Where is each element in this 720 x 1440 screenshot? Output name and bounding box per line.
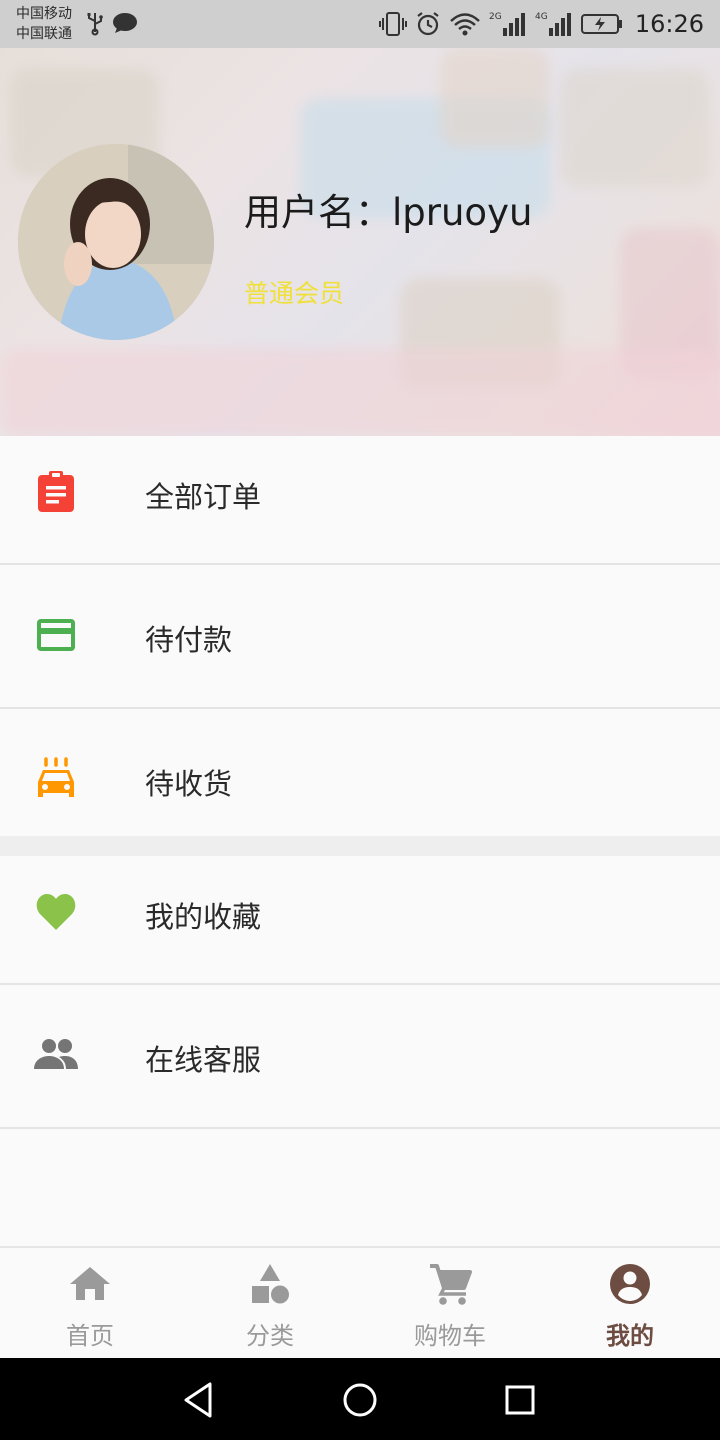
profile-header: 用户名：lpruoyu 普通会员 bbox=[0, 48, 720, 436]
tab-label: 分类 bbox=[246, 1322, 294, 1350]
status-bar: 中国移动 中国联通 2G 4G 16:26 bbox=[0, 0, 720, 48]
menu-item-label: 待收货 bbox=[145, 767, 233, 801]
menu-item-pending-delivery[interactable]: 待收货 bbox=[0, 709, 720, 836]
heart-icon bbox=[36, 894, 76, 930]
menu-item-favorites[interactable]: 我的收藏 bbox=[0, 856, 720, 985]
carrier-1: 中国移动 bbox=[16, 6, 72, 22]
tab-label: 购物车 bbox=[414, 1322, 486, 1350]
system-navigation-bar bbox=[0, 1358, 720, 1440]
signal-2-label: 4G bbox=[535, 12, 548, 22]
credit-card-icon bbox=[37, 619, 75, 651]
carrier-2: 中国联通 bbox=[16, 26, 72, 42]
username: 用户名：lpruoyu bbox=[244, 191, 533, 234]
carrier-info: 中国移动 中国联通 bbox=[16, 4, 72, 44]
signal-1-label: 2G bbox=[489, 12, 502, 22]
menu-item-label: 在线客服 bbox=[145, 1043, 262, 1077]
battery-charging-icon bbox=[580, 14, 622, 34]
member-level: 普通会员 bbox=[244, 279, 345, 308]
tab-label: 首页 bbox=[66, 1322, 114, 1350]
signal-icon: 2G bbox=[489, 12, 525, 36]
background-decoration bbox=[440, 48, 550, 148]
wifi-icon bbox=[449, 13, 480, 36]
taxi-icon bbox=[38, 757, 74, 797]
chat-icon bbox=[113, 13, 137, 33]
tab-category[interactable]: 分类 bbox=[180, 1248, 360, 1360]
status-time: 16:26 bbox=[634, 10, 704, 38]
avatar[interactable] bbox=[18, 144, 214, 340]
alarm-icon bbox=[417, 12, 439, 36]
home-circle-icon[interactable] bbox=[340, 1380, 380, 1420]
bottom-navigation: 首页 分类 购物车 我的 bbox=[0, 1246, 720, 1358]
cart-icon bbox=[430, 1264, 472, 1305]
home-icon bbox=[70, 1267, 110, 1300]
tab-mine[interactable]: 我的 bbox=[540, 1248, 720, 1360]
status-icons: 2G 4G 16:26 bbox=[378, 8, 704, 40]
account-icon bbox=[610, 1264, 650, 1304]
clipboard-icon bbox=[38, 471, 74, 512]
back-icon[interactable] bbox=[180, 1380, 220, 1420]
background-decoration bbox=[0, 348, 720, 436]
menu-item-pending-payment[interactable]: 待付款 bbox=[0, 565, 720, 709]
menu-item-all-orders[interactable]: 全部订单 bbox=[0, 436, 720, 565]
background-decoration bbox=[560, 68, 710, 188]
tab-label: 我的 bbox=[606, 1322, 654, 1350]
category-icon bbox=[252, 1264, 289, 1304]
section-divider bbox=[0, 836, 720, 856]
tab-cart[interactable]: 购物车 bbox=[360, 1248, 540, 1360]
avatar-image bbox=[18, 144, 214, 340]
usb-icon bbox=[87, 13, 103, 36]
people-icon bbox=[34, 1039, 78, 1069]
vibrate-icon bbox=[378, 12, 407, 36]
menu-item-customer-service[interactable]: 在线客服 bbox=[0, 985, 720, 1129]
menu-item-label: 我的收藏 bbox=[145, 900, 262, 934]
menu-item-label: 待付款 bbox=[145, 623, 233, 657]
tab-home[interactable]: 首页 bbox=[0, 1248, 180, 1360]
signal-icon: 4G bbox=[535, 12, 571, 36]
menu-item-label: 全部订单 bbox=[145, 480, 262, 514]
recents-icon[interactable] bbox=[500, 1380, 540, 1420]
